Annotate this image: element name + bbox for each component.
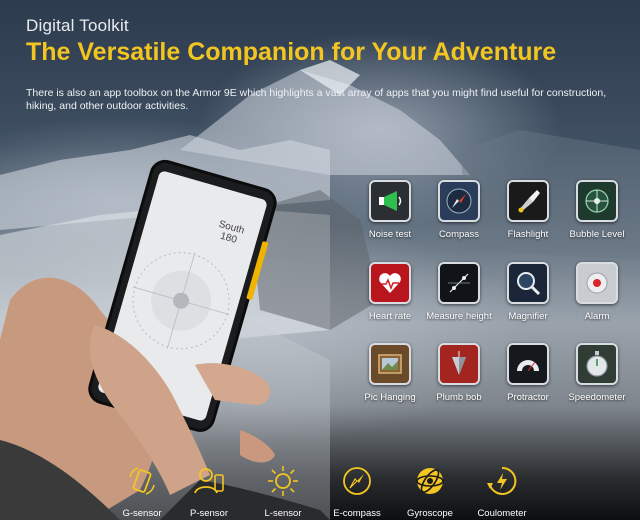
app-label: Measure height	[426, 311, 492, 322]
page: Digital Toolkit The Versatile Companion …	[0, 0, 640, 520]
header: Digital Toolkit The Versatile Companion …	[26, 16, 620, 67]
app-alarm[interactable]: Alarm	[562, 262, 632, 322]
app-label: Flashlight	[507, 229, 549, 240]
gyroscope-icon	[416, 468, 444, 494]
app-protractor[interactable]: Protractor	[493, 343, 563, 403]
app-label: Heart rate	[368, 311, 412, 322]
app-magnifier[interactable]: Magnifier	[493, 262, 563, 322]
app-speedometer[interactable]: Speedometer	[562, 343, 632, 403]
sun-icon	[268, 466, 298, 496]
app-label: Noise test	[368, 229, 412, 240]
app-bubble-level[interactable]: Bubble Level	[562, 180, 632, 240]
app-compass[interactable]: Compass	[424, 180, 494, 240]
coulometer-icon	[487, 466, 517, 495]
app-flashlight[interactable]: Flashlight	[493, 180, 563, 240]
megaphone-icon	[369, 180, 411, 222]
app-measure-height[interactable]: Measure height	[424, 262, 494, 322]
app-label: Compass	[438, 229, 480, 240]
sensor-coulometer: Coulometer	[462, 463, 542, 519]
sensor-e-compass: E-compass	[317, 463, 397, 519]
page-title: The Versatile Companion for Your Adventu…	[26, 38, 557, 66]
app-plumb-bob[interactable]: Plumb bob	[424, 343, 494, 403]
alarm-icon	[576, 262, 618, 304]
app-label: Protractor	[507, 392, 549, 403]
p-sensor-icon	[194, 468, 224, 494]
sensor-gyroscope: Gyroscope	[390, 463, 470, 519]
protractor-icon	[507, 343, 549, 385]
flashlight-icon	[507, 180, 549, 222]
description: There is also an app toolbox on the Armo…	[26, 87, 607, 112]
heart-icon	[369, 262, 411, 304]
app-label: Plumb bob	[436, 392, 482, 403]
picture-frame-icon	[369, 343, 411, 385]
e-compass-icon	[343, 467, 371, 495]
bubble-level-icon	[576, 180, 618, 222]
compass-icon	[438, 180, 480, 222]
sensor-bar: G-sensor P-sensor L-sensor E-compass Gyr…	[0, 455, 640, 520]
magnifier-icon	[507, 262, 549, 304]
app-heart-rate[interactable]: Heart rate	[355, 262, 425, 322]
sensor-label: Coulometer	[477, 508, 527, 519]
sensor-label: L-sensor	[264, 508, 302, 519]
sensor-l-sensor: L-sensor	[243, 463, 323, 519]
g-sensor-icon	[129, 467, 155, 495]
app-label: Speedometer	[568, 392, 626, 403]
app-pic-hanging[interactable]: Pic Hanging	[355, 343, 425, 403]
app-label: Alarm	[584, 311, 610, 322]
app-label: Magnifier	[508, 311, 548, 322]
section-eyebrow: Digital Toolkit	[26, 16, 129, 35]
sensor-label: Gyroscope	[407, 508, 453, 519]
app-label: Bubble Level	[569, 229, 625, 240]
plumb-bob-icon	[438, 343, 480, 385]
sensor-label: P-sensor	[189, 508, 228, 519]
app-noise-test[interactable]: Noise test	[355, 180, 425, 240]
sensor-label: E-compass	[333, 508, 381, 519]
app-label: Pic Hanging	[364, 392, 416, 403]
stopwatch-icon	[576, 343, 618, 385]
measure-height-icon	[438, 262, 480, 304]
sensor-p-sensor: P-sensor	[169, 463, 249, 519]
